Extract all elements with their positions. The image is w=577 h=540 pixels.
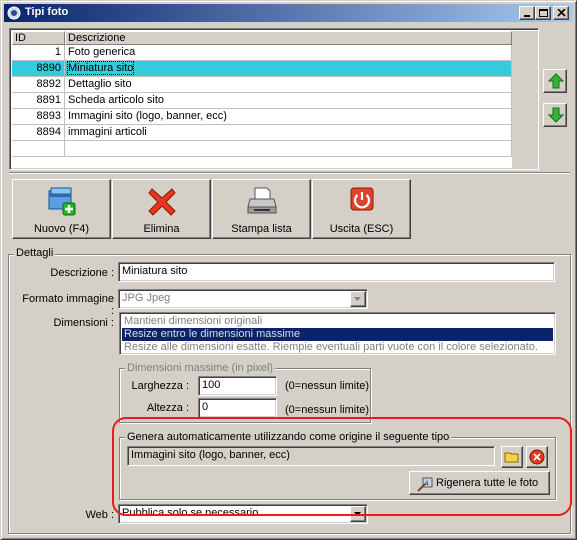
grid-scroll-area [512,31,538,169]
new-button[interactable]: Nuovo (F4) [12,179,111,239]
table-row-selected[interactable]: 8890 Miniatura sito [12,61,512,77]
larghezza-label: Larghezza : [131,380,189,392]
title-bar[interactable]: Tipi foto [4,4,573,22]
dimensioni-listbox[interactable]: Mantieni dimensioni originali Resize ent… [119,312,556,355]
delete-button[interactable]: Elimina [112,179,211,239]
column-header-id[interactable]: ID [12,31,65,45]
formato-value: JPG Jpeg [122,292,171,304]
app-icon [7,6,21,20]
maximize-button[interactable] [535,6,551,20]
cell-descrizione: Miniatura sito [65,61,512,77]
altezza-input[interactable]: 0 [198,398,277,418]
larghezza-hint: (0=nessun limite) [285,380,370,392]
table-row[interactable]: 8892 Dettaglio sito [12,77,512,93]
table-row[interactable]: 8894 immagini articoli [12,125,512,141]
maximize-icon [539,9,548,17]
close-button[interactable] [553,6,569,20]
close-icon [557,9,566,17]
cell-id [12,141,65,157]
delete-x-icon [148,188,176,216]
chevron-down-icon [354,297,361,301]
separator [9,172,570,174]
tipi-foto-window: Tipi foto ID Descrizione 1 Foto generica 8… [0,0,577,540]
cell-descrizione-text: Miniatura sito [66,61,135,75]
cell-id: 8891 [12,93,65,109]
table-row-empty[interactable] [12,141,512,157]
cell-descrizione [65,141,512,157]
annotation-highlight [112,417,572,516]
formato-select[interactable]: JPG Jpeg [118,289,368,309]
minimize-icon [524,15,530,17]
print-list-button-label: Stampa lista [231,223,292,235]
printer-icon [247,187,277,214]
cell-id: 1 [12,45,65,61]
new-record-icon [48,187,76,216]
exit-button-label: Uscita (ESC) [329,223,394,235]
delete-button-label: Elimina [143,223,180,235]
altezza-hint: (0=nessun limite) [285,404,370,416]
exit-button[interactable]: Uscita (ESC) [312,179,411,239]
cell-descrizione: Dettaglio sito [65,77,512,93]
cell-descrizione-text: immagini articoli [68,126,147,138]
new-button-label: Nuovo (F4) [33,223,90,235]
move-up-button[interactable] [543,69,567,93]
cell-descrizione: Foto generica [65,45,512,61]
table-row[interactable]: 1 Foto generica [12,45,512,61]
cell-id: 8894 [12,125,65,141]
formato-dropdown-button[interactable] [350,291,366,307]
cell-descrizione: Scheda articolo sito [65,93,512,109]
cell-id: 8892 [12,77,65,93]
dimensioni-option[interactable]: Resize alle dimensioni esatte. Riempie e… [122,341,553,354]
window-title: Tipi foto [25,6,69,18]
max-dimensions-title: Dimensioni massime (in pixel) [125,362,276,374]
power-off-icon [350,187,374,211]
cell-descrizione-text: Scheda articolo sito [68,94,164,106]
cell-id: 8890 [12,61,65,77]
column-header-descrizione[interactable]: Descrizione [65,31,512,45]
formato-label: Formato immagine : [22,293,114,317]
web-label: Web : [85,509,114,521]
table-row[interactable]: 8893 Immagini sito (logo, banner, ecc) [12,109,512,125]
green-down-arrow-icon [548,107,564,123]
move-down-button[interactable] [543,103,567,127]
descrizione-label: Descrizione : [50,267,114,279]
cell-descrizione-text: Immagini sito (logo, banner, ecc) [68,110,227,122]
dimensioni-option[interactable]: Mantieni dimensioni originali [122,315,553,328]
larghezza-input[interactable]: 100 [198,376,277,396]
cell-descrizione: Immagini sito (logo, banner, ecc) [65,109,512,125]
dimensioni-option-selected[interactable]: Resize entro le dimensioni massime [122,328,553,341]
minimize-button[interactable] [519,6,535,20]
dimensioni-label: Dimensioni : [53,317,114,329]
cell-descrizione: immagini articoli [65,125,512,141]
print-list-button[interactable]: Stampa lista [212,179,311,239]
cell-id: 8893 [12,109,65,125]
descrizione-input[interactable]: Miniatura sito [118,262,555,282]
cell-descrizione-text: Foto generica [68,46,136,58]
table-row[interactable]: 8891 Scheda articolo sito [12,93,512,109]
photo-types-grid[interactable]: ID Descrizione 1 Foto generica 8890 Miniatu… [9,28,539,170]
details-group-title: Dettagli [14,247,56,259]
grid-header: ID Descrizione [12,31,512,45]
green-up-arrow-icon [548,73,564,89]
altezza-label: Altezza : [146,402,189,414]
cell-descrizione-text: Dettaglio sito [68,78,132,90]
